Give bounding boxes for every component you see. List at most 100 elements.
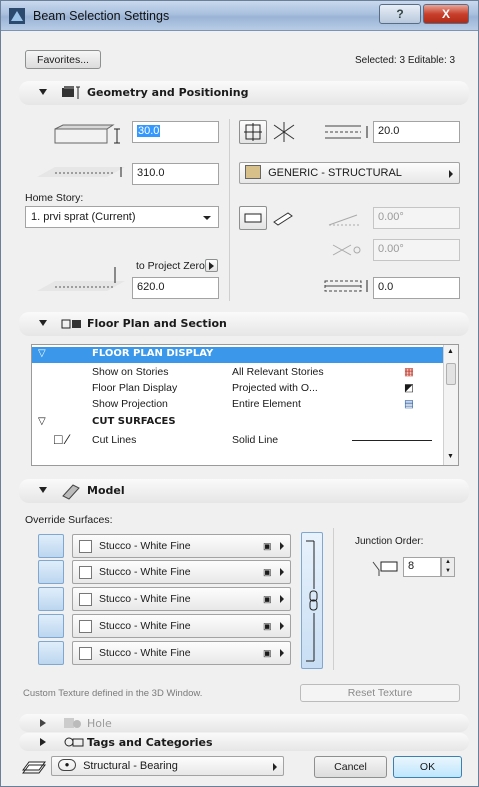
surface-bottom-checkbox[interactable] bbox=[79, 647, 92, 660]
section-hole-title: Hole bbox=[87, 717, 112, 730]
custom-texture-note: Custom Texture defined in the 3D Window. bbox=[23, 688, 203, 699]
section-tags-header[interactable]: Tags and Categories bbox=[19, 733, 469, 751]
section-floor-plan-header[interactable]: Floor Plan and Section bbox=[19, 312, 469, 336]
dialog-window: Beam Selection Settings ? X Favorites...… bbox=[0, 0, 479, 787]
close-icon: X bbox=[441, 7, 450, 21]
surface-side-icon[interactable] bbox=[38, 587, 64, 611]
structure-type-value: GENERIC - STRUCTURAL bbox=[268, 167, 402, 179]
layer-value: Structural - Bearing bbox=[83, 760, 178, 772]
section-hole-header[interactable]: Hole bbox=[19, 714, 469, 732]
junction-order-stepper[interactable]: ▲ ▼ bbox=[441, 557, 455, 577]
surface-row-side[interactable]: Stucco - White Fine ▣ bbox=[38, 587, 292, 611]
surface-top-icon[interactable] bbox=[38, 534, 64, 558]
reference-offset-value: 0.0 bbox=[378, 281, 394, 293]
ok-label: OK bbox=[419, 761, 436, 773]
surface-left-icon[interactable] bbox=[38, 560, 64, 584]
row-label: CUT SURFACES bbox=[92, 416, 176, 427]
beam-width-value: 310.0 bbox=[137, 167, 165, 179]
step-down-icon[interactable]: ▼ bbox=[442, 567, 454, 576]
table-row[interactable]: ▽ FLOOR PLAN DISPLAY bbox=[32, 347, 444, 363]
row-value: Solid Line bbox=[232, 434, 279, 446]
rotation-angle-input: 0.00° bbox=[373, 239, 460, 261]
beam-height-input[interactable]: 30.0 bbox=[132, 121, 219, 143]
home-story-value: 1. prvi sprat (Current) bbox=[31, 211, 136, 223]
junction-order-icon bbox=[372, 561, 398, 576]
anchor-center-button[interactable] bbox=[239, 120, 267, 144]
section-model-header[interactable]: Model bbox=[19, 479, 469, 503]
cut-lines-icon: □ ⁄ bbox=[54, 431, 69, 447]
chevron-down-icon bbox=[203, 216, 211, 220]
surface-top-selector[interactable]: Stucco - White Fine ▣ bbox=[72, 534, 291, 558]
step-up-icon[interactable]: ▲ bbox=[442, 558, 454, 567]
section-tags-title: Tags and Categories bbox=[87, 736, 213, 749]
anchor-point-icon bbox=[244, 123, 262, 141]
tags-icon bbox=[64, 737, 84, 747]
offset-value: 20.0 bbox=[378, 125, 400, 137]
help-button[interactable]: ? bbox=[379, 4, 421, 24]
model-icon bbox=[62, 484, 80, 500]
project-zero-diagram-icon bbox=[37, 267, 125, 291]
chevron-right-icon bbox=[280, 649, 284, 657]
section-geometry-header[interactable]: Geometry and Positioning bbox=[19, 81, 469, 105]
surface-top-checkbox[interactable] bbox=[79, 540, 92, 553]
help-icon: ? bbox=[396, 7, 404, 21]
reference-offset-icon bbox=[324, 280, 368, 292]
home-story-label: Home Story: bbox=[25, 192, 84, 204]
scroll-thumb[interactable] bbox=[446, 363, 456, 385]
section-geometry-title: Geometry and Positioning bbox=[87, 86, 249, 99]
project-zero-menu-button[interactable] bbox=[205, 259, 218, 272]
surface-right-checkbox[interactable] bbox=[79, 620, 92, 633]
slant-angle-icon bbox=[328, 214, 361, 226]
beam-height-value: 30.0 bbox=[137, 125, 161, 137]
column-divider bbox=[229, 119, 230, 301]
title-bar: Beam Selection Settings ? X bbox=[1, 1, 478, 31]
beam-width-input[interactable]: 310.0 bbox=[132, 163, 219, 185]
horizontal-beam-button[interactable] bbox=[239, 206, 267, 230]
table-scrollbar[interactable]: ▲ ▼ bbox=[443, 345, 458, 465]
floor-plan-settings-table[interactable]: ▽ FLOOR PLAN DISPLAY Show on Stories All… bbox=[31, 344, 459, 466]
mirror-anchor-icon[interactable] bbox=[271, 121, 297, 143]
junction-order-input[interactable]: 8 bbox=[403, 557, 441, 577]
surface-bottom-label: Stucco - White Fine bbox=[99, 647, 191, 659]
reset-texture-button[interactable]: Reset Texture bbox=[300, 684, 460, 702]
surface-side-selector[interactable]: Stucco - White Fine ▣ bbox=[72, 587, 291, 611]
surface-row-top[interactable]: Stucco - White Fine ▣ bbox=[38, 534, 292, 558]
surface-left-checkbox[interactable] bbox=[79, 566, 92, 579]
offset-input[interactable]: 20.0 bbox=[373, 121, 460, 143]
reference-offset-input[interactable]: 0.0 bbox=[373, 277, 460, 299]
home-story-dropdown[interactable]: 1. prvi sprat (Current) bbox=[25, 206, 219, 228]
layer-dropdown[interactable]: ● Structural - Bearing bbox=[51, 756, 284, 776]
surface-bottom-icon[interactable] bbox=[38, 641, 64, 665]
surface-row-left[interactable]: Stucco - White Fine ▣ bbox=[38, 560, 292, 584]
expand-arrow-icon: ▽ bbox=[38, 416, 46, 427]
line-preview bbox=[352, 440, 432, 441]
project-zero-input[interactable]: 620.0 bbox=[132, 277, 219, 299]
surface-row-right[interactable]: Stucco - White Fine ▣ bbox=[38, 614, 292, 638]
surface-right-icon[interactable] bbox=[38, 614, 64, 638]
row-label: FLOOR PLAN DISPLAY bbox=[92, 348, 214, 359]
cancel-button[interactable]: Cancel bbox=[314, 756, 387, 778]
surface-side-checkbox[interactable] bbox=[79, 593, 92, 606]
rotation-angle-value: 0.00° bbox=[378, 243, 404, 255]
table-row[interactable]: Show Projection Entire Element ▤ bbox=[32, 397, 444, 413]
link-surfaces-toggle[interactable] bbox=[301, 532, 323, 669]
stories-icon: ▦ bbox=[404, 366, 414, 378]
surface-bottom-selector[interactable]: Stucco - White Fine ▣ bbox=[72, 641, 291, 665]
structure-type-dropdown[interactable]: GENERIC - STRUCTURAL bbox=[239, 162, 460, 184]
surface-left-selector[interactable]: Stucco - White Fine ▣ bbox=[72, 560, 291, 584]
surface-right-selector[interactable]: Stucco - White Fine ▣ bbox=[72, 614, 291, 638]
reset-texture-label: Reset Texture bbox=[347, 687, 413, 699]
table-row[interactable]: Floor Plan Display Projected with O... ◩ bbox=[32, 381, 444, 397]
slanted-beam-icon[interactable] bbox=[271, 209, 295, 227]
expand-arrow-icon bbox=[40, 719, 46, 727]
override-surfaces-label: Override Surfaces: bbox=[25, 514, 113, 526]
table-row[interactable]: Show on Stories All Relevant Stories ▦ bbox=[32, 365, 444, 381]
table-row[interactable]: □ ⁄ Cut Lines Solid Line bbox=[32, 431, 444, 449]
surface-side-label: Stucco - White Fine bbox=[99, 593, 191, 605]
surface-row-bottom[interactable]: Stucco - White Fine ▣ bbox=[38, 641, 292, 665]
ok-button[interactable]: OK bbox=[393, 756, 462, 778]
favorites-button[interactable]: Favorites... bbox=[25, 50, 101, 69]
close-button[interactable]: X bbox=[423, 4, 469, 24]
table-row[interactable]: ▽ CUT SURFACES bbox=[32, 415, 444, 431]
model-divider bbox=[333, 528, 334, 670]
